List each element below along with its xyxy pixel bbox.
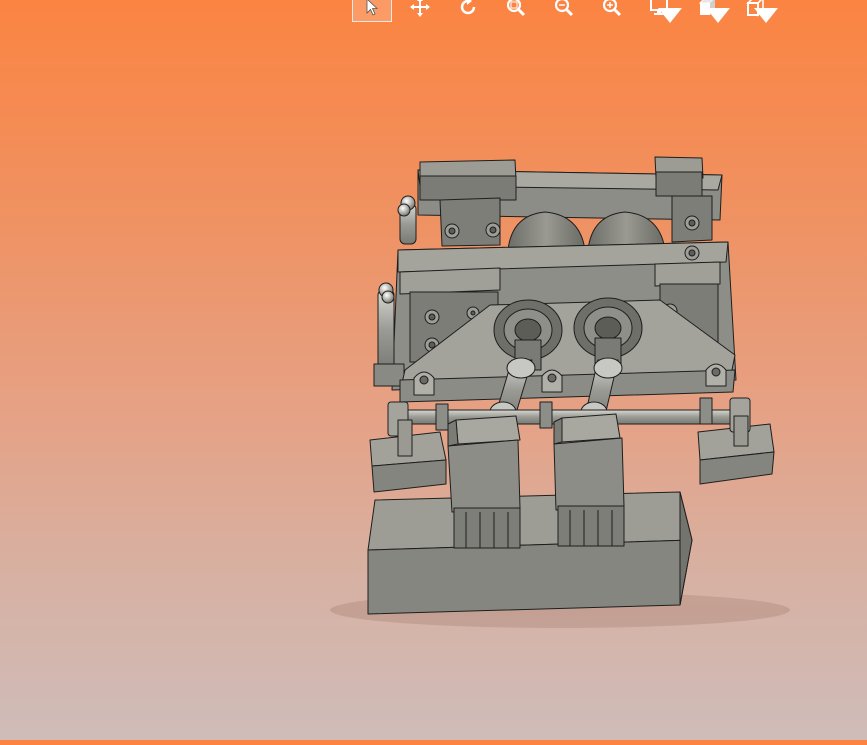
zoom-in-out-icon <box>554 0 574 17</box>
zoom-area-tool-button[interactable] <box>496 0 536 22</box>
rotate-tool-button[interactable] <box>448 0 488 22</box>
select-tool-button[interactable] <box>352 0 392 22</box>
pan-tool-button[interactable] <box>400 0 440 22</box>
move-icon <box>410 0 430 17</box>
cad-3d-viewport[interactable] <box>0 0 867 740</box>
left-motor[interactable] <box>447 415 521 549</box>
chevron-down-icon <box>706 8 730 23</box>
zoom-area-icon <box>506 0 526 17</box>
section-view-tool-button[interactable] <box>736 0 778 23</box>
assembly-model[interactable] <box>0 0 867 740</box>
chevron-down-icon <box>658 8 682 23</box>
base-block[interactable] <box>367 491 693 615</box>
zoom-fit-icon <box>602 0 622 17</box>
rotate-icon <box>460 0 476 15</box>
right-motor[interactable] <box>553 413 625 547</box>
chevron-down-icon <box>754 8 778 23</box>
display-mode-tool-button[interactable] <box>640 0 682 23</box>
view-toolbar <box>352 0 784 23</box>
zoom-in-out-tool-button[interactable] <box>544 0 584 22</box>
pointer-icon <box>366 0 379 16</box>
view-orientation-tool-button[interactable] <box>688 0 730 23</box>
zoom-fit-tool-button[interactable] <box>592 0 632 22</box>
